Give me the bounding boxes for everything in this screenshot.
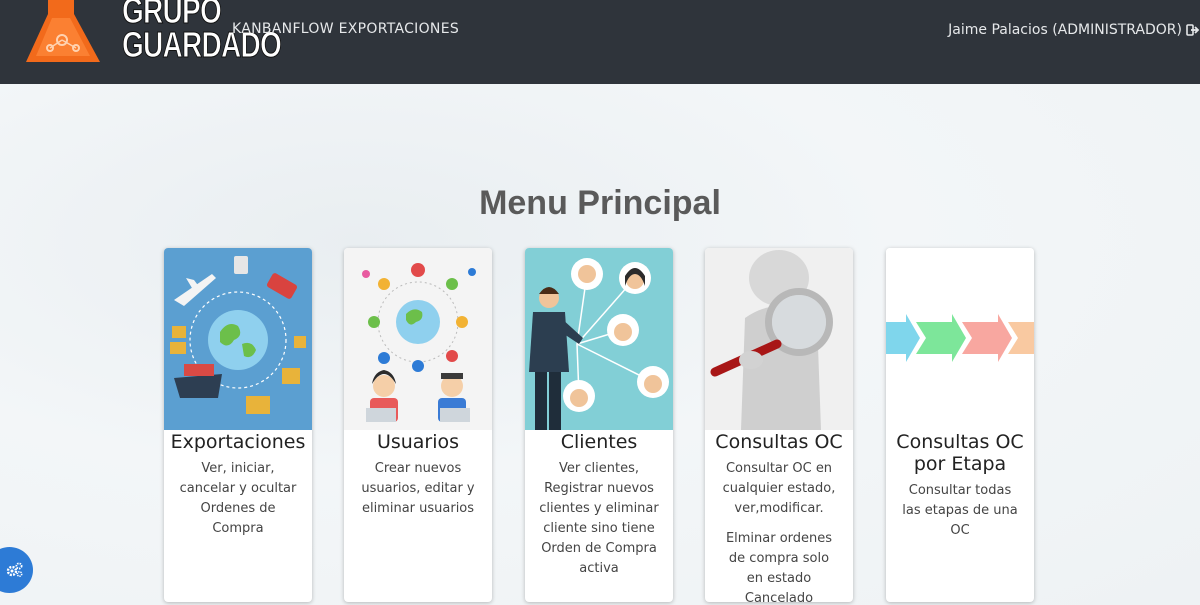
settings-button[interactable] — [0, 547, 33, 593]
card-title: Clientes — [560, 431, 638, 453]
flask-logo-icon — [26, 0, 100, 62]
card-title: Consultas OC — [715, 431, 843, 453]
top-navbar: GRUPO GUARDADO KANBANFLOW EXPORTACIONES … — [0, 0, 1200, 84]
user-logout-link[interactable]: Jaime Palacios (ADMINISTRADOR) — [948, 21, 1200, 39]
card-clientes[interactable]: Clientes Ver clientes, Registrar nuevos … — [525, 248, 673, 602]
card-description: Ver clientes, Registrar nuevos clientes … — [539, 461, 659, 576]
card-consultas-oc[interactable]: Consultas OC Consultar OC en cualquier e… — [705, 248, 853, 602]
card-exportaciones[interactable]: Exportaciones Ver, iniciar, cancelar y o… — [164, 248, 312, 602]
app-title[interactable]: KANBANFLOW EXPORTACIONES — [232, 21, 459, 37]
card-title: Consultas OC por Etapa — [896, 431, 1024, 475]
card-description: Consultar OC en cualquier estado, ver,mo… — [722, 461, 836, 516]
card-title: Usuarios — [376, 431, 460, 453]
user-name: Jaime Palacios (ADMINISTRADOR) — [948, 22, 1182, 38]
magnifier-search-image — [705, 248, 853, 430]
clients-network-image — [525, 248, 673, 430]
card-description: Consultar todas las etapas de una OC — [902, 483, 1018, 538]
card-description: Crear nuevos usuarios, editar y eliminar… — [361, 461, 475, 516]
card-description: Ver, iniciar, cancelar y ocultar Ordenes… — [179, 461, 297, 536]
card-usuarios[interactable]: Usuarios Crear nuevos usuarios, editar y… — [344, 248, 492, 602]
page-title: Menu Principal — [479, 184, 721, 222]
export-logistics-image — [164, 248, 312, 430]
card-consultas-oc-etapa[interactable]: Consultas OC por Etapa Consultar todas l… — [886, 248, 1034, 602]
stages-arrows-image — [886, 248, 1034, 430]
sign-out-icon[interactable] — [1186, 23, 1200, 37]
card-description-secondary: Elminar ordenes de compra solo en estado… — [725, 531, 833, 602]
card-title: Exportaciones — [170, 431, 306, 453]
brand-logo[interactable]: GRUPO GUARDADO — [24, 0, 282, 66]
users-network-image — [344, 248, 492, 430]
cogs-icon — [6, 562, 23, 578]
